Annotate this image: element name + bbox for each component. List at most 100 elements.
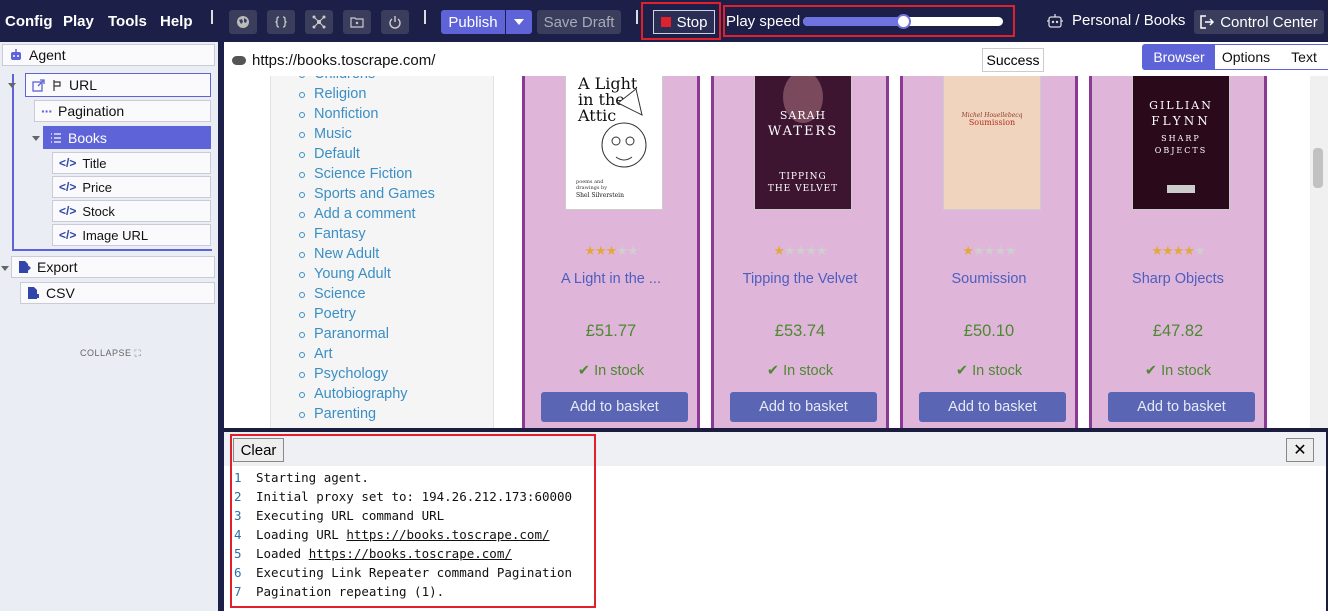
globe-icon-button[interactable] xyxy=(229,10,257,34)
category-link[interactable]: Religion xyxy=(299,86,366,102)
bullet-icon xyxy=(299,212,305,218)
status-badge: Success xyxy=(982,48,1044,72)
tab-options[interactable]: Options xyxy=(1215,45,1277,69)
category-link[interactable]: Poetry xyxy=(299,306,356,322)
tree-node-field-price[interactable]: </> Price xyxy=(52,176,211,198)
add-to-basket-button[interactable]: Add to basket xyxy=(730,392,877,422)
product-card: SARAH WATERS TIPPING THE VELVET ★★★★★ Ti… xyxy=(711,76,889,428)
star-filled-icon: ★ xyxy=(605,243,618,258)
category-link[interactable]: New Adult xyxy=(299,246,380,262)
tree-node-label: Title xyxy=(82,155,107,171)
control-center-button[interactable]: Control Center xyxy=(1194,10,1324,34)
add-to-basket-button[interactable]: Add to basket xyxy=(541,392,688,422)
category-link[interactable]: Autobiography xyxy=(299,386,408,402)
close-log-button[interactable]: ✕ xyxy=(1286,438,1314,462)
product-title-link[interactable]: Sharp Objects xyxy=(1092,271,1264,287)
url-text[interactable]: https://books.toscrape.com/ xyxy=(252,52,435,69)
publish-dropdown-button[interactable] xyxy=(506,10,532,34)
tab-text[interactable]: Text xyxy=(1277,45,1328,69)
bullet-icon xyxy=(299,132,305,138)
category-link[interactable]: Psychology xyxy=(299,366,389,382)
category-link[interactable]: Paranormal xyxy=(299,326,389,342)
tree-node-agent[interactable]: Agent xyxy=(2,44,215,66)
control-center-label: Control Center xyxy=(1220,13,1318,31)
star-empty-icon: ★ xyxy=(805,243,817,258)
code-icon: </> xyxy=(59,204,77,218)
category-link[interactable]: Childrens xyxy=(299,76,375,82)
add-to-basket-button[interactable]: Add to basket xyxy=(1108,392,1255,422)
product-title-link[interactable]: Soumission xyxy=(903,271,1075,287)
workspace-selector[interactable]: Personal / Books xyxy=(1046,12,1185,29)
cover-text: OBJECTS xyxy=(1155,146,1207,155)
publish-button[interactable]: Publish xyxy=(441,10,505,34)
bullet-icon xyxy=(299,232,305,238)
bullet-icon xyxy=(299,272,305,278)
category-link[interactable]: Art xyxy=(299,346,333,362)
tab-browser[interactable]: Browser xyxy=(1143,45,1215,69)
bullet-icon xyxy=(299,112,305,118)
category-label: New Adult xyxy=(314,246,380,262)
braces-icon xyxy=(275,16,287,28)
expand-icon: ⛶ xyxy=(134,348,142,358)
folder-icon-button[interactable] xyxy=(343,10,371,34)
category-link[interactable]: Nonfiction xyxy=(299,106,378,122)
star-empty-icon: ★ xyxy=(815,243,828,258)
product-title-link[interactable]: A Light in the ... xyxy=(525,271,697,287)
tree-node-pagination[interactable]: ··· Pagination xyxy=(34,100,211,122)
category-link[interactable]: Add a comment xyxy=(299,206,416,222)
menu-play[interactable]: Play xyxy=(63,13,94,30)
category-link[interactable]: Music xyxy=(299,126,352,142)
caret-down-icon[interactable] xyxy=(32,136,40,141)
star-rating: ★★★★★ xyxy=(714,243,886,259)
menu-help[interactable]: Help xyxy=(160,13,193,30)
category-link[interactable]: Fantasy xyxy=(299,226,366,242)
caret-down-icon[interactable] xyxy=(8,83,16,88)
scrollbar-thumb[interactable] xyxy=(1313,148,1323,188)
book-cover[interactable]: A Light in the Attic poems and drawings … xyxy=(565,76,663,210)
tree-node-field-stock[interactable]: </> Stock xyxy=(52,200,211,222)
category-link[interactable]: Default xyxy=(299,146,360,162)
tree-node-books[interactable]: Books xyxy=(43,126,211,149)
collapse-toggle[interactable]: COLLAPSE ⛶ xyxy=(80,348,141,359)
globe-icon xyxy=(237,16,249,28)
browser-scrollbar[interactable] xyxy=(1310,76,1328,428)
category-label: Art xyxy=(314,346,333,362)
tree-node-field-image-url[interactable]: </> Image URL xyxy=(52,224,211,246)
slider-thumb[interactable] xyxy=(896,14,911,29)
add-to-basket-button[interactable]: Add to basket xyxy=(919,392,1066,422)
power-icon-button[interactable] xyxy=(381,10,409,34)
bullet-icon xyxy=(299,352,305,358)
category-link[interactable]: Science xyxy=(299,286,366,302)
save-draft-button[interactable]: Save Draft xyxy=(537,10,621,34)
category-link[interactable]: Science Fiction xyxy=(299,166,412,182)
book-cover[interactable]: GILLIAN FLYNN SHARP OBJECTS xyxy=(1132,76,1230,210)
book-cover[interactable]: SARAH WATERS TIPPING THE VELVET xyxy=(754,76,852,210)
exit-icon xyxy=(1200,15,1215,29)
book-cover[interactable]: Michel Houellebecq Soumission xyxy=(943,76,1041,210)
tree-node-url[interactable]: URL xyxy=(25,73,211,97)
workspace-label: Personal / Books xyxy=(1072,12,1186,29)
play-speed-slider[interactable] xyxy=(803,14,1003,29)
view-tabs: Browser Options Text xyxy=(1142,44,1328,70)
play-speed-label: Play speed xyxy=(726,13,801,30)
check-icon: ✔ xyxy=(766,363,780,379)
tree-node-label: Price xyxy=(82,179,112,195)
category-link[interactable]: Young Adult xyxy=(299,266,391,282)
category-link[interactable]: Sports and Games xyxy=(299,186,435,202)
tree-node-csv[interactable]: CSV xyxy=(20,282,215,304)
tree-node-export[interactable]: Export xyxy=(11,256,215,278)
category-link[interactable]: Parenting xyxy=(299,406,376,422)
tree-node-field-title[interactable]: </> Title xyxy=(52,152,211,174)
category-label: Psychology xyxy=(314,366,389,382)
network-icon-button[interactable] xyxy=(305,10,333,34)
bullet-icon xyxy=(299,372,305,378)
product-title-link[interactable]: Tipping the Velvet xyxy=(714,271,886,287)
tree-node-label: CSV xyxy=(46,285,75,301)
menu-tools[interactable]: Tools xyxy=(108,13,147,30)
category-label: Add a comment xyxy=(314,206,416,222)
tree-node-label: URL xyxy=(69,77,98,93)
stop-button[interactable]: Stop xyxy=(653,10,715,34)
menu-config[interactable]: Config xyxy=(5,13,52,30)
caret-down-icon[interactable] xyxy=(1,266,9,271)
code-braces-icon-button[interactable] xyxy=(267,10,295,34)
